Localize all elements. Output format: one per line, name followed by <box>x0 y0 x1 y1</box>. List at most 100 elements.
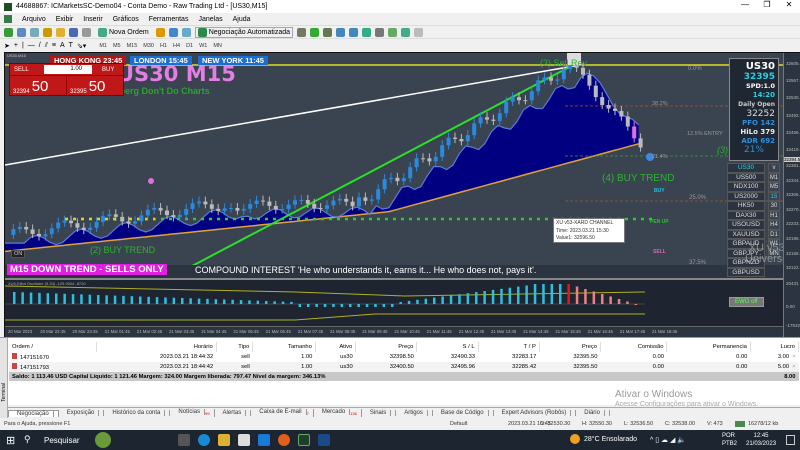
close-button[interactable]: ✕ <box>778 0 800 9</box>
mail-icon[interactable] <box>258 434 270 446</box>
symbol-timeframe-30[interactable]: 30 <box>768 201 780 211</box>
timeframe-m5[interactable]: M5 <box>110 43 124 49</box>
symbol-button-us500[interactable]: US500 <box>727 172 765 182</box>
price-axis[interactable]: 32605.0 32567.6 32530.2 32492.8 32456.2 32419… <box>783 53 800 338</box>
notifications-icon[interactable] <box>786 435 795 445</box>
chart-shift-icon[interactable] <box>388 27 398 37</box>
zoom-in-icon[interactable] <box>336 27 346 37</box>
timeframe-h1[interactable]: H1 <box>157 43 170 49</box>
search-icon[interactable]: ⚲ <box>24 434 31 445</box>
close-order-icon[interactable]: × <box>792 354 795 360</box>
edge-icon[interactable] <box>198 434 210 446</box>
profiles-icon[interactable] <box>17 27 26 37</box>
crosshair-icon[interactable]: + <box>14 42 18 49</box>
column-header[interactable]: Ordem / <box>9 342 97 352</box>
autoscroll-icon[interactable] <box>375 27 385 37</box>
timeframe-m15[interactable]: M15 <box>124 43 141 49</box>
symbol-timeframe-v[interactable]: v <box>768 163 780 173</box>
tab-exposi-o[interactable]: Exposição <box>59 410 105 416</box>
task-view-icon[interactable] <box>178 434 190 446</box>
tab-mercado[interactable]: Mercado 136 <box>314 409 362 417</box>
tester-icon[interactable] <box>82 27 91 37</box>
timeframe-h4[interactable]: H4 <box>170 43 183 49</box>
tab-sinais[interactable]: Sinais <box>362 410 397 416</box>
tile-windows-icon[interactable] <box>362 27 372 37</box>
symbol-button-usousd[interactable]: USOUSD <box>727 220 765 230</box>
windows-start-icon[interactable]: ⊞ <box>6 434 15 447</box>
trendline-icon[interactable]: / <box>39 42 41 49</box>
column-header[interactable]: Ativo <box>315 342 357 352</box>
buy-button[interactable]: 32395 50 <box>67 75 123 96</box>
timeframe-w1[interactable]: W1 <box>196 43 210 49</box>
on-toggle-button[interactable]: ON <box>11 250 26 258</box>
metatrader-icon[interactable] <box>298 434 310 446</box>
new-order-button[interactable]: Nova Ordem <box>95 27 152 38</box>
line-chart-icon[interactable] <box>323 27 333 37</box>
column-header[interactable]: T / P <box>478 342 540 352</box>
indicators-icon[interactable] <box>401 27 411 37</box>
channel-icon[interactable]: ⫽ <box>45 42 48 50</box>
market-watch-icon[interactable] <box>30 27 39 37</box>
minimize-button[interactable]: — <box>734 0 756 9</box>
symbol-button-us30[interactable]: US30 <box>727 163 765 173</box>
terminal-icon[interactable] <box>69 27 78 37</box>
vertical-line-icon[interactable]: | <box>22 42 24 49</box>
menu-arquivo[interactable]: Arquivo <box>22 16 46 23</box>
symbol-button-dax30[interactable]: DAX30 <box>727 210 765 220</box>
maximize-button[interactable]: ❐ <box>756 0 778 9</box>
timeframe-mn[interactable]: MN <box>210 43 225 49</box>
column-header[interactable]: Preço <box>355 342 418 352</box>
menu-graficos[interactable]: Gráficos <box>113 16 139 23</box>
symbol-button-us2000[interactable]: US2000 <box>727 191 765 201</box>
arrows-icon[interactable]: ⇘▾ <box>77 42 86 50</box>
zoom-out-icon[interactable] <box>349 27 359 37</box>
bar-chart-icon[interactable] <box>297 27 307 37</box>
auto-trading-button[interactable]: Negociação Automatizada <box>194 26 294 38</box>
column-header[interactable]: Horário <box>96 342 217 352</box>
timeframe-m1[interactable]: M1 <box>96 43 110 49</box>
column-header[interactable]: Permanencia <box>666 342 751 352</box>
symbol-timeframe-h4[interactable]: H4 <box>768 220 780 230</box>
timeframe-m30[interactable]: M30 <box>140 43 157 49</box>
ewo-toggle-button[interactable]: EWO off <box>729 297 764 307</box>
tab-di-rio[interactable]: Diário <box>576 410 610 416</box>
tray-icons[interactable]: ^ ▯ ☁ ◢ 🔈 <box>650 436 686 444</box>
symbol-button-xauusd[interactable]: XAUUSD <box>727 229 765 239</box>
symbol-button-ndx100[interactable]: NDX100 <box>727 182 765 192</box>
steam-icon[interactable] <box>318 434 330 446</box>
weather-text[interactable]: 28°C Ensolarado <box>584 436 637 443</box>
options-icon[interactable] <box>181 27 191 37</box>
tab-expert-advisors-rob-s-[interactable]: Expert Advisors (Robôs) <box>494 410 577 416</box>
table-row[interactable]: 147151793 2023.03.21 18:44:42 sell 1.00 us30… <box>9 362 799 372</box>
menu-ferramentas[interactable]: Ferramentas <box>149 16 189 23</box>
tab-base-de-c-digo[interactable]: Base de Código <box>433 410 494 416</box>
elliott-oscillator-panel[interactable]: XU5-Elliot Oscillator (5,34) -129.9504 -… <box>5 278 783 326</box>
symbol-button-hk50[interactable]: HK50 <box>727 201 765 211</box>
symbol-timeframe-15[interactable]: 15 <box>768 191 780 201</box>
menu-exibir[interactable]: Exibir <box>56 16 74 23</box>
price-chart[interactable]: US30,M15 HONG KONG 23:45 LONDON 15:45 NE… <box>5 53 788 277</box>
symbol-timeframe-h1[interactable]: H1 <box>768 210 780 220</box>
column-header[interactable]: Lucro <box>750 342 800 352</box>
meta-editor-icon[interactable] <box>155 27 165 37</box>
table-row[interactable]: 147151670 2023.03.21 18:44:32 sell 1.00 us30… <box>9 352 799 362</box>
navigator-icon[interactable] <box>56 27 65 37</box>
text-icon[interactable]: A <box>60 42 65 49</box>
accounts-icon[interactable] <box>168 27 178 37</box>
sell-button[interactable]: 32394 50 <box>10 75 67 96</box>
new-chart-icon[interactable] <box>4 27 13 37</box>
templates-icon[interactable] <box>414 27 424 37</box>
file-explorer-icon[interactable] <box>218 434 230 446</box>
column-header[interactable]: Comissão <box>600 342 668 352</box>
tab-caixa-de-e-mail[interactable]: Caixa de E-mail 7 <box>251 409 314 417</box>
symbol-button-gbpusd[interactable]: GBPUSD <box>727 267 765 277</box>
close-order-icon[interactable]: × <box>792 364 795 370</box>
data-window-icon[interactable] <box>43 27 52 37</box>
symbol-timeframe-m1[interactable]: M1 <box>768 172 780 182</box>
cursor-icon[interactable]: ➤ <box>4 42 10 50</box>
chart-window[interactable]: US30,M15 HONG KONG 23:45 LONDON 15:45 NE… <box>4 52 800 338</box>
candlestick-icon[interactable] <box>310 27 320 37</box>
tab-artigos[interactable]: Artigos <box>396 410 433 416</box>
sell-button-label[interactable]: SELL <box>10 67 40 73</box>
lot-size-input[interactable]: 1.00 <box>44 65 92 74</box>
